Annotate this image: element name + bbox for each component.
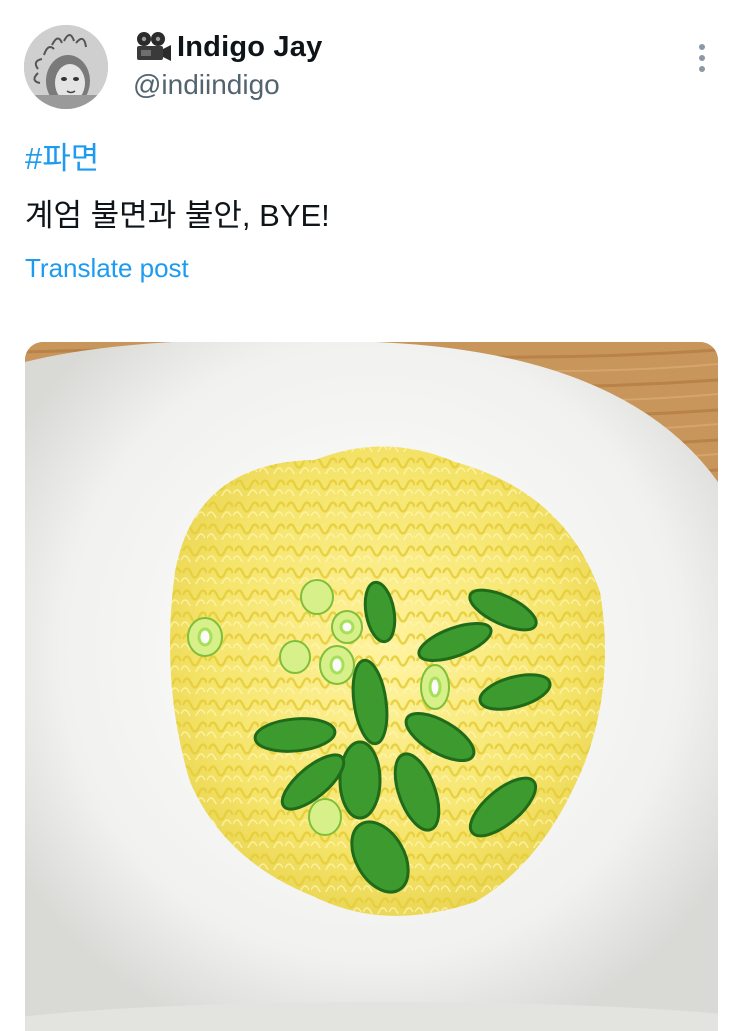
- more-dot-icon: [699, 66, 705, 72]
- hashtag-link[interactable]: #파면: [25, 133, 99, 178]
- user-handle[interactable]: @indiindigo: [133, 69, 280, 101]
- author-name-row[interactable]: Indigo Jay: [133, 27, 322, 67]
- post-header: Indigo Jay @indiindigo: [0, 0, 743, 120]
- noodle-bowl-photo-icon: [25, 342, 718, 1031]
- more-dot-icon: [699, 44, 705, 50]
- film-projector-icon: [137, 32, 171, 61]
- avatar[interactable]: [24, 25, 108, 109]
- post-text: 계엄 불면과 불안, BYE!: [25, 198, 330, 233]
- profile-photo-icon: [24, 25, 108, 109]
- post-media-photo[interactable]: [25, 342, 718, 1031]
- translate-post-link[interactable]: Translate post: [25, 253, 189, 284]
- more-options-button[interactable]: [686, 40, 718, 76]
- display-name: Indigo Jay: [177, 30, 323, 63]
- more-dot-icon: [699, 55, 705, 61]
